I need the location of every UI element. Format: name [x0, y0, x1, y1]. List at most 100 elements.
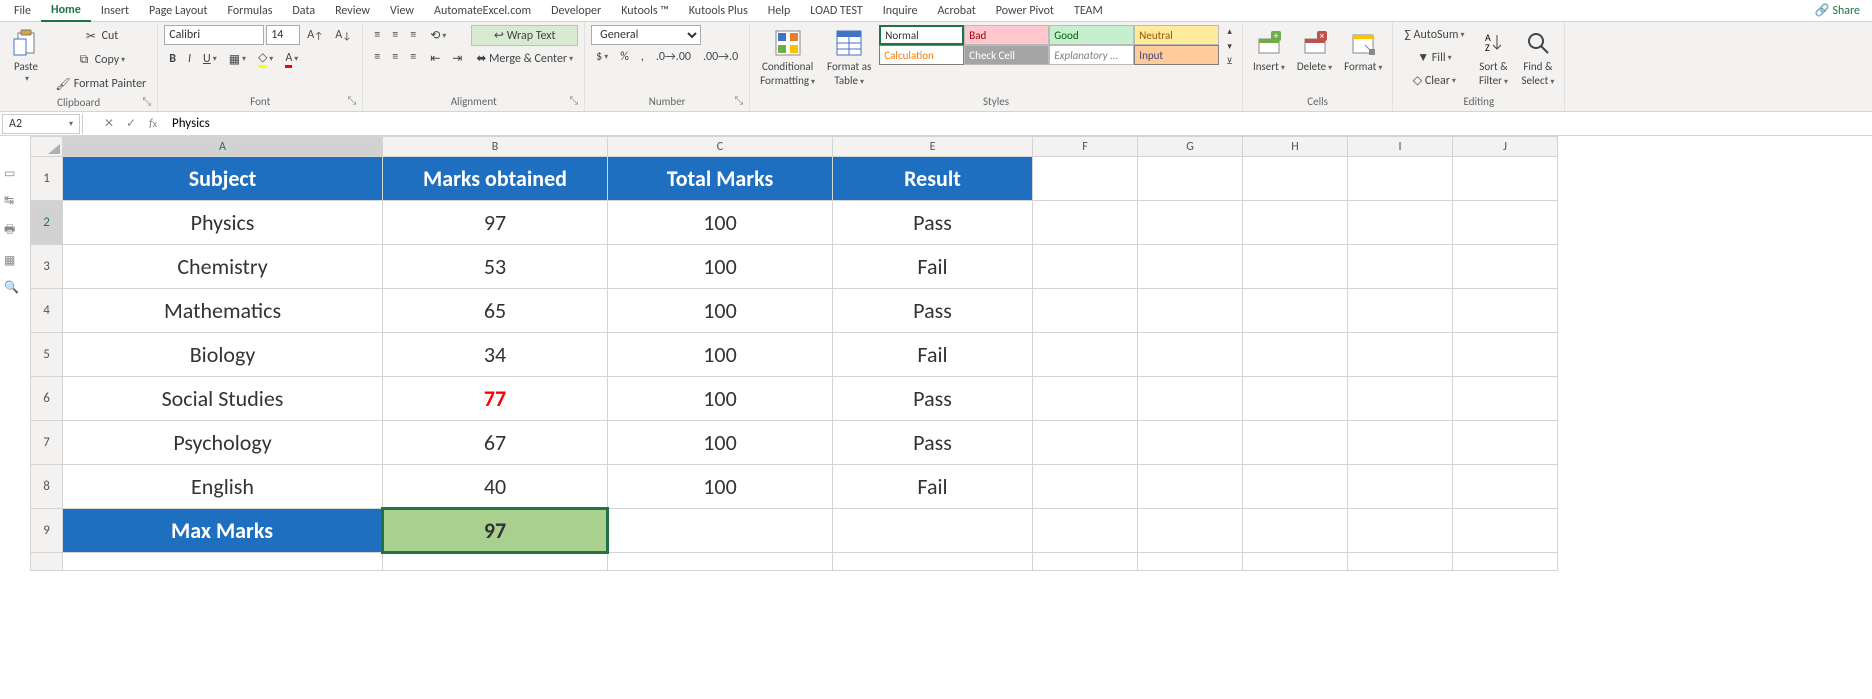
- font-launcher[interactable]: ⤡: [347, 94, 356, 108]
- tab-help[interactable]: Help: [758, 1, 801, 21]
- cell-A7[interactable]: Psychology: [63, 421, 383, 465]
- autosum-button[interactable]: ∑ AutoSum▾: [1399, 25, 1469, 45]
- align-right-button[interactable]: ≡: [405, 47, 421, 67]
- cell[interactable]: [1348, 421, 1453, 465]
- cell[interactable]: [1453, 245, 1558, 289]
- col-head-J[interactable]: J: [1453, 137, 1558, 157]
- bold-button[interactable]: B: [164, 49, 181, 69]
- cell[interactable]: [1243, 509, 1348, 553]
- tab-home[interactable]: Home: [41, 0, 91, 22]
- copy-button[interactable]: ⧉ Copy▾: [50, 49, 151, 71]
- cell-E2[interactable]: Pass: [833, 201, 1033, 245]
- share-button[interactable]: 🔗 Share: [1807, 0, 1868, 21]
- cell[interactable]: [1033, 465, 1138, 509]
- increase-font-button[interactable]: A↑: [302, 25, 328, 45]
- formula-input[interactable]: [164, 115, 1872, 132]
- cell[interactable]: [1348, 333, 1453, 377]
- cell-E3[interactable]: Fail: [833, 245, 1033, 289]
- cell[interactable]: [1033, 289, 1138, 333]
- col-head-E[interactable]: E: [833, 137, 1033, 157]
- cell[interactable]: [1243, 333, 1348, 377]
- cell-C6[interactable]: 100: [608, 377, 833, 421]
- cell-A5[interactable]: Biology: [63, 333, 383, 377]
- col-head-B[interactable]: B: [383, 137, 608, 157]
- cell-B3[interactable]: 53: [383, 245, 608, 289]
- cell[interactable]: [1243, 377, 1348, 421]
- underline-button[interactable]: U▾: [198, 49, 222, 69]
- cell[interactable]: [1138, 553, 1243, 571]
- cell[interactable]: [1243, 201, 1348, 245]
- italic-button[interactable]: I: [183, 49, 196, 69]
- merge-center-button[interactable]: ⬌ Merge & Center▾: [471, 48, 578, 69]
- cell[interactable]: [1033, 421, 1138, 465]
- cell-E1[interactable]: Result: [833, 157, 1033, 201]
- increase-indent-button[interactable]: ⇥: [447, 48, 467, 69]
- grid[interactable]: A B C E F G H I J 1 Subject Marks obtain…: [30, 136, 1558, 571]
- number-launcher[interactable]: ⤡: [734, 94, 743, 108]
- cell[interactable]: [1453, 201, 1558, 245]
- cell[interactable]: [1348, 377, 1453, 421]
- row-head-4[interactable]: 4: [31, 289, 63, 333]
- select-all-cell[interactable]: [31, 137, 63, 157]
- cell-A9[interactable]: Max Marks: [63, 509, 383, 553]
- cell[interactable]: [1138, 289, 1243, 333]
- style-check-cell[interactable]: Check Cell: [964, 45, 1049, 65]
- style-neutral[interactable]: Neutral: [1134, 25, 1219, 45]
- tab-view[interactable]: View: [380, 1, 424, 21]
- row-head-8[interactable]: 8: [31, 465, 63, 509]
- cell-A1[interactable]: Subject: [63, 157, 383, 201]
- cell-C3[interactable]: 100: [608, 245, 833, 289]
- font-size-input[interactable]: [266, 25, 300, 45]
- cell[interactable]: [1348, 553, 1453, 571]
- cell-B2[interactable]: 97: [383, 201, 608, 245]
- style-input[interactable]: Input: [1134, 45, 1219, 65]
- cell[interactable]: [1033, 245, 1138, 289]
- cell[interactable]: [1348, 465, 1453, 509]
- align-center-button[interactable]: ≡: [387, 47, 403, 67]
- cell[interactable]: [1243, 553, 1348, 571]
- cell[interactable]: [1453, 553, 1558, 571]
- cell[interactable]: [1033, 157, 1138, 201]
- cell[interactable]: [1453, 465, 1558, 509]
- cell[interactable]: [1453, 157, 1558, 201]
- format-cells-button[interactable]: Format▾: [1340, 25, 1386, 75]
- name-box[interactable]: A2▾: [2, 114, 80, 134]
- cell[interactable]: [1348, 201, 1453, 245]
- cell[interactable]: [1033, 333, 1138, 377]
- row-head-6[interactable]: 6: [31, 377, 63, 421]
- styles-scroll-down[interactable]: ▾: [1223, 40, 1236, 53]
- insert-cells-button[interactable]: +Insert▾: [1249, 25, 1289, 75]
- tab-review[interactable]: Review: [325, 1, 380, 21]
- cell[interactable]: [1033, 553, 1138, 571]
- cell[interactable]: [1138, 509, 1243, 553]
- cell[interactable]: [383, 553, 608, 571]
- comma-button[interactable]: ,: [636, 47, 649, 67]
- cut-button[interactable]: ✂ Cut: [50, 25, 151, 47]
- cell-A8[interactable]: English: [63, 465, 383, 509]
- align-middle-button[interactable]: ≡: [387, 25, 403, 45]
- cell-C1[interactable]: Total Marks: [608, 157, 833, 201]
- row-head-1[interactable]: 1: [31, 157, 63, 201]
- cell-C9[interactable]: [608, 509, 833, 553]
- cell-C4[interactable]: 100: [608, 289, 833, 333]
- format-painter-button[interactable]: 🖌 Format Painter: [50, 73, 151, 95]
- col-head-G[interactable]: G: [1138, 137, 1243, 157]
- align-top-button[interactable]: ≡: [369, 25, 385, 45]
- row-head-2[interactable]: 2: [31, 201, 63, 245]
- increase-decimal-button[interactable]: .0→.00: [651, 47, 696, 67]
- number-format-select[interactable]: General: [591, 25, 701, 45]
- find-select-button[interactable]: Find &Select▾: [1517, 25, 1558, 89]
- cell-C8[interactable]: 100: [608, 465, 833, 509]
- cell-E4[interactable]: Pass: [833, 289, 1033, 333]
- tab-formulas[interactable]: Formulas: [217, 1, 282, 21]
- row-head-5[interactable]: 5: [31, 333, 63, 377]
- cell-B7[interactable]: 67: [383, 421, 608, 465]
- tab-developer[interactable]: Developer: [541, 1, 611, 21]
- fx-button[interactable]: fx: [142, 113, 164, 135]
- border-button[interactable]: ▦▾: [224, 49, 251, 70]
- cell[interactable]: [1138, 157, 1243, 201]
- decrease-indent-button[interactable]: ⇤: [425, 48, 445, 69]
- cell[interactable]: [1243, 289, 1348, 333]
- sidebar-icon-1[interactable]: ▭: [4, 166, 26, 181]
- sidebar-icon-5[interactable]: 🔍: [4, 280, 26, 295]
